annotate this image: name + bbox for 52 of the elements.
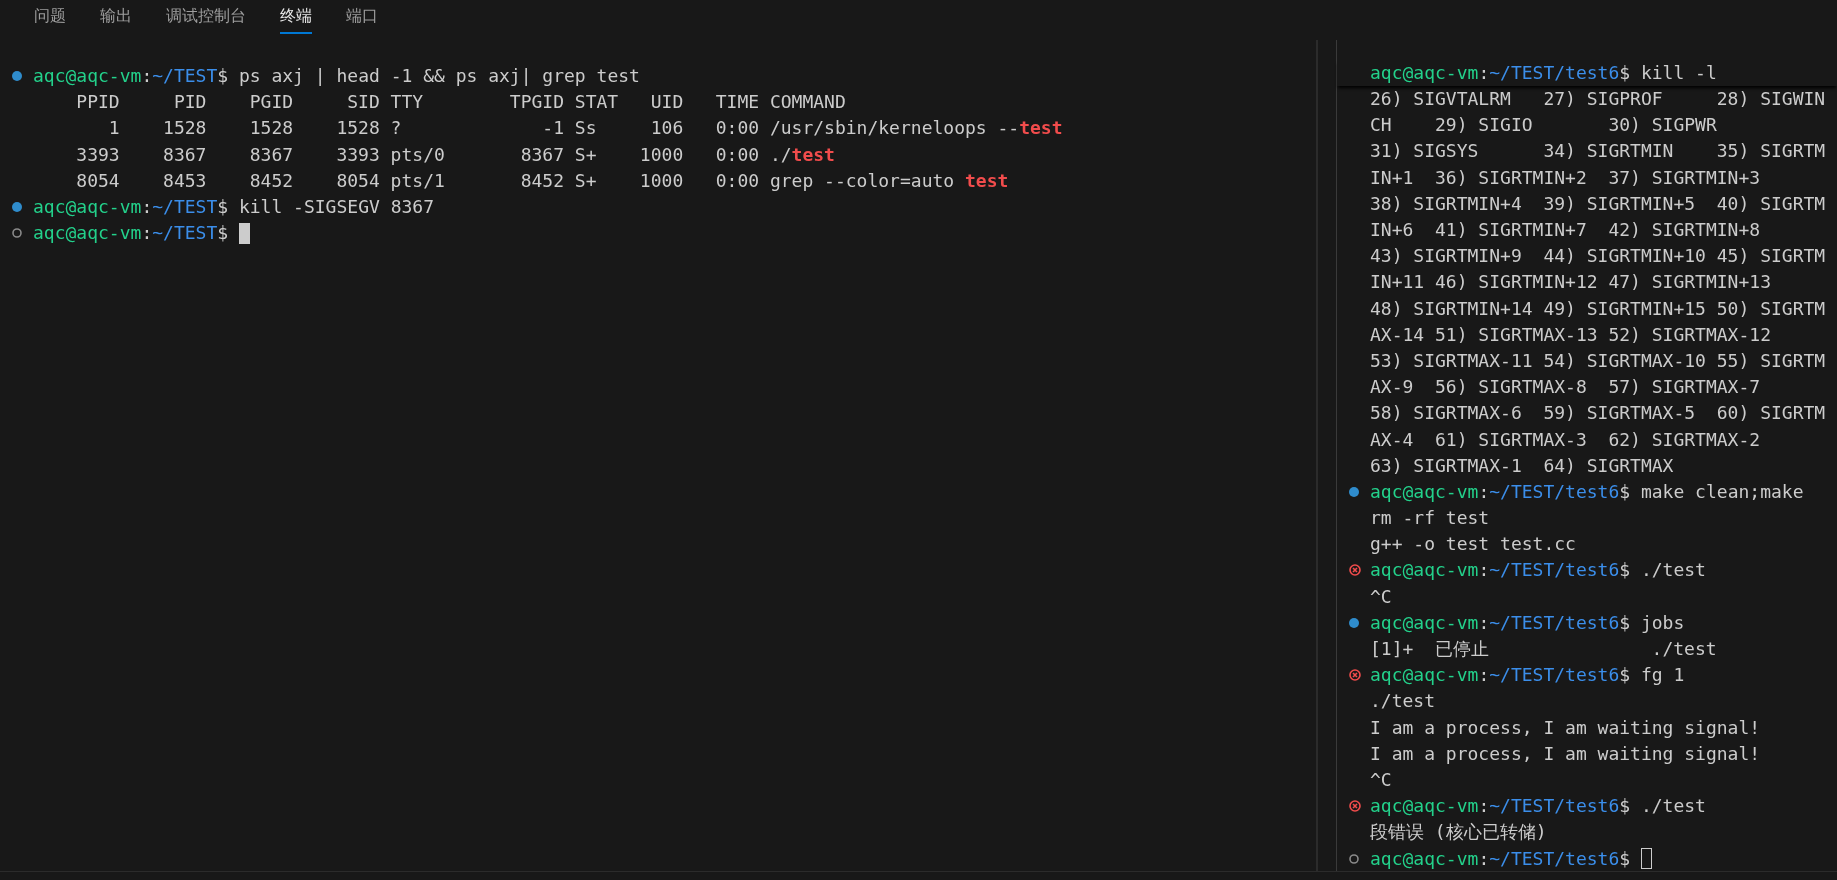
output-line: 8054 8453 8452 8054 pts/1 8452 S+ 1000 0:00 grep --color=auto test	[75, 168, 1009, 193]
output-line: IN+11 46) SIGRTMIN+12 47) SIGRTMIN+13	[1370, 270, 1771, 295]
output-line: I am a process, I am waiting signal!	[1370, 715, 1761, 740]
output-line: 1 1528 1528 1528 ? -1 Ss 106 0:00 /usr/sbin/kerneloops --test	[107, 116, 1063, 141]
output-line: ^C	[1370, 767, 1392, 792]
output-line: 段错误 (核心已转储)	[1370, 820, 1547, 845]
output-line: CH 29) SIGIO 30) SIGPWR	[1370, 113, 1717, 138]
output-line: 3393 8367 8367 3393 pts/0 8367 S+ 1000 0:00 ./test	[75, 142, 835, 167]
output-line: IN+6 41) SIGRTMIN+7 42) SIGRTMIN+8	[1370, 218, 1761, 243]
output-line: 43) SIGRTMIN+9 44) SIGRTMIN+10 45) SIGRTM	[1370, 244, 1826, 269]
prompt-line: aqc@aqc-vm:~/TEST/test6$ jobs	[1370, 610, 1685, 635]
prompt-line: aqc@aqc-vm:~/TEST$	[33, 221, 229, 246]
prompt-line: aqc@aqc-vm:~/TEST/test6$ make clean;make	[1370, 479, 1804, 504]
success-dot-icon[interactable]	[12, 71, 22, 82]
prompt-line: aqc@aqc-vm:~/TEST/test6$	[1370, 846, 1631, 871]
output-line: PPID PID PGID SID TTY TPGID STAT UID TIME COMMAND	[75, 90, 846, 115]
output-line: rm -rf test	[1370, 506, 1490, 531]
error-icon[interactable]	[1349, 669, 1361, 682]
output-line: AX-9 56) SIGRTMAX-8 57) SIGRTMAX-7	[1370, 375, 1761, 400]
output-line: AX-14 51) SIGRTMAX-13 52) SIGRTMAX-12	[1370, 322, 1771, 347]
output-line: ./test	[1370, 689, 1436, 714]
panel-tab[interactable]: 终端	[280, 0, 312, 34]
success-dot-icon[interactable]	[1349, 486, 1359, 497]
prompt-line: aqc@aqc-vm:~/TEST/test6$ ./test	[1370, 558, 1706, 583]
error-icon[interactable]	[1349, 564, 1361, 577]
output-line: 58) SIGRTMAX-6 59) SIGRTMAX-5 60) SIGRTM	[1370, 401, 1826, 426]
prompt-line: aqc@aqc-vm:~/TEST$ kill -SIGSEGV 8367	[33, 195, 434, 220]
circle-icon[interactable]	[1349, 853, 1359, 864]
output-line: 48) SIGRTMIN+14 49) SIGRTMIN+15 50) SIGRTM	[1370, 296, 1826, 321]
panel-tab[interactable]: 输出	[100, 0, 132, 34]
output-line: ^C	[1370, 584, 1392, 609]
output-line: 31) SIGSYS 34) SIGRTMIN 35) SIGRTM	[1370, 139, 1826, 164]
circle-icon[interactable]	[12, 228, 22, 239]
output-line: 26) SIGVTALRM 27) SIGPROF 28) SIGWIN	[1370, 87, 1826, 112]
success-dot-icon[interactable]	[12, 202, 22, 213]
prompt-line: aqc@aqc-vm:~/TEST/test6$ fg 1	[1370, 663, 1685, 688]
panel-tab[interactable]: 调试控制台	[166, 0, 246, 34]
success-dot-icon[interactable]	[1349, 617, 1359, 628]
output-line: [1]+ 已停止 ./test	[1370, 637, 1717, 662]
prompt-line: aqc@aqc-vm:~/TEST/test6$ kill -l	[1370, 61, 1717, 85]
output-line: I am a process, I am waiting signal!	[1370, 741, 1761, 766]
panel-tab[interactable]: 问题	[34, 0, 66, 34]
output-line: 53) SIGRTMAX-11 54) SIGRTMAX-10 55) SIGRTM	[1370, 348, 1826, 373]
output-line: 63) SIGRTMAX-1 64) SIGRTMAX	[1370, 453, 1674, 478]
error-icon[interactable]	[1349, 800, 1361, 813]
prompt-line: aqc@aqc-vm:~/TEST/test6$ ./test	[1370, 794, 1706, 819]
output-line: 38) SIGRTMIN+4 39) SIGRTMIN+5 40) SIGRTM	[1370, 191, 1826, 216]
prompt-line: aqc@aqc-vm:~/TEST$ ps axj | head -1 && ps axj| grep test	[33, 64, 640, 89]
output-line: IN+1 36) SIGRTMIN+2 37) SIGRTMIN+3	[1370, 165, 1761, 190]
panel-tab[interactable]: 端口	[346, 0, 378, 34]
output-line: AX-4 61) SIGRTMAX-3 62) SIGRTMAX-2	[1370, 427, 1761, 452]
output-line: g++ -o test test.cc	[1370, 532, 1576, 557]
